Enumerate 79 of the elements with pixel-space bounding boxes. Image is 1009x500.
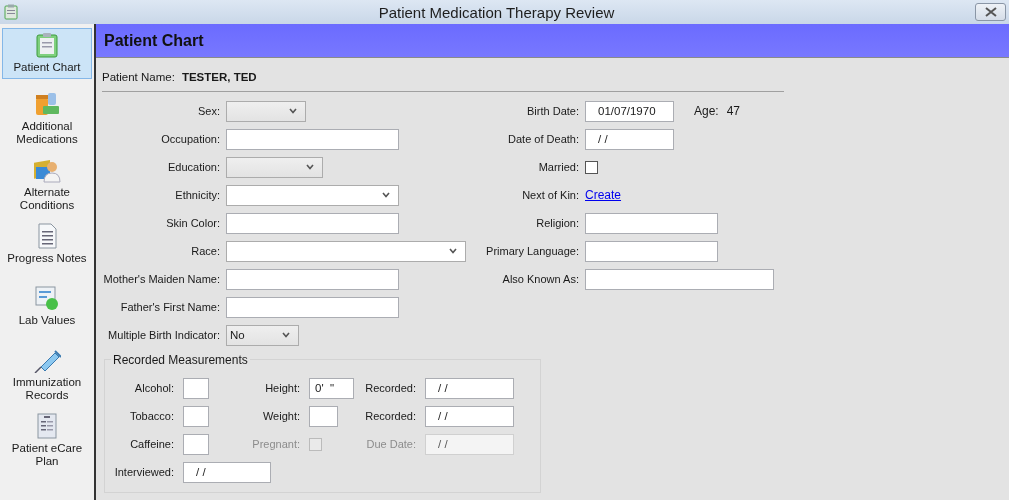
input-field[interactable] (183, 377, 209, 399)
field-label: Recorded: (364, 410, 416, 422)
chevron-icon (449, 248, 457, 254)
field-label: Race: (190, 245, 220, 257)
checkbox[interactable] (585, 160, 598, 174)
field-label: Primary Language: (485, 245, 579, 257)
input-field[interactable] (226, 212, 399, 234)
form-icon (36, 413, 58, 439)
field-label: Interviewed: (113, 466, 174, 478)
patient-name: TESTER, TED (181, 71, 257, 83)
create-link[interactable]: Create (585, 188, 622, 202)
pill-bottle-icon (34, 91, 60, 117)
field-label: Patient Name: (102, 71, 175, 83)
clipboard-icon (35, 32, 59, 58)
field-label: Religion: (535, 217, 579, 229)
close-button[interactable] (975, 3, 1006, 21)
field-label: Date of Death: (507, 133, 579, 145)
input-field[interactable]: 0' " (309, 377, 354, 399)
field-label: Skin Color: (165, 217, 220, 229)
input-field[interactable]: / / (425, 377, 514, 399)
chevron-icon (382, 192, 390, 198)
field-label: Pregnant: (251, 438, 300, 450)
input-field[interactable] (309, 405, 338, 427)
sidebar-item[interactable]: Progress Notes (2, 219, 92, 279)
sidebar-item[interactable]: Lab Values (2, 281, 92, 341)
input-field[interactable]: / / (425, 405, 514, 427)
input-field[interactable] (585, 268, 774, 290)
dropdown[interactable] (226, 184, 399, 206)
field-label: Married: (537, 161, 579, 173)
field-label: Height: (264, 382, 300, 394)
age-value: 47 (726, 104, 741, 118)
field-label: Due Date: (365, 438, 416, 450)
field-label: Tobacco: (128, 410, 174, 422)
syringe-icon (33, 347, 61, 373)
field-label: Father's First Name: (119, 301, 220, 313)
dropdown[interactable] (226, 156, 323, 178)
chevron-icon (282, 332, 290, 338)
sidebar-item[interactable]: Patient Chart (2, 28, 92, 79)
field-label: Multiple Birth Indicator: (107, 329, 220, 341)
field-label: Caffeine: (129, 438, 174, 450)
field-label: Education: (167, 161, 220, 173)
input-field[interactable] (585, 240, 718, 262)
field-label: Alcohol: (133, 382, 174, 394)
window-title: Patient Medication Therapy Review (377, 3, 616, 21)
input-field[interactable] (226, 268, 399, 290)
field-label: Ethnicity: (174, 189, 220, 201)
input-field[interactable]: / / (183, 461, 271, 483)
dropdown[interactable] (226, 240, 466, 262)
field-label: Recorded: (364, 382, 416, 394)
dropdown[interactable]: No (226, 324, 299, 346)
field-label: Also Known As: (501, 273, 579, 285)
flask-chart-icon (34, 285, 60, 311)
field-label: Sex: (197, 105, 220, 117)
chevron-icon (289, 108, 297, 114)
group-title: Recorded Measurements (111, 353, 250, 367)
input-field[interactable] (183, 405, 209, 427)
field-label: Birth Date: (526, 105, 579, 117)
close-icon (984, 7, 997, 17)
input-field[interactable] (585, 212, 718, 234)
person-folder-icon (33, 157, 61, 183)
chevron-icon (306, 164, 314, 170)
dropdown[interactable] (226, 100, 306, 122)
sidebar-item[interactable]: Patient eCare Plan (2, 409, 92, 473)
app-icon (4, 4, 18, 20)
input-field[interactable] (226, 296, 399, 318)
field-label: Mother's Maiden Name: (102, 273, 220, 285)
sidebar-item[interactable]: Additional Medications (2, 87, 92, 151)
header-title: Patient Chart (104, 31, 204, 50)
sidebar-item[interactable]: Immunization Records (2, 343, 92, 407)
field-label: Next of Kin: (521, 189, 579, 201)
field-label: Occupation: (160, 133, 220, 145)
sidebar-item[interactable]: Alternate Conditions (2, 153, 92, 217)
input-field[interactable]: / / (585, 128, 674, 150)
input-field[interactable]: 01/07/1970 (585, 100, 674, 122)
input-field[interactable] (226, 128, 399, 150)
input-field[interactable] (183, 433, 209, 455)
field-label: Weight: (261, 410, 300, 422)
field-label: Age: (694, 104, 719, 118)
document-icon (36, 223, 58, 249)
